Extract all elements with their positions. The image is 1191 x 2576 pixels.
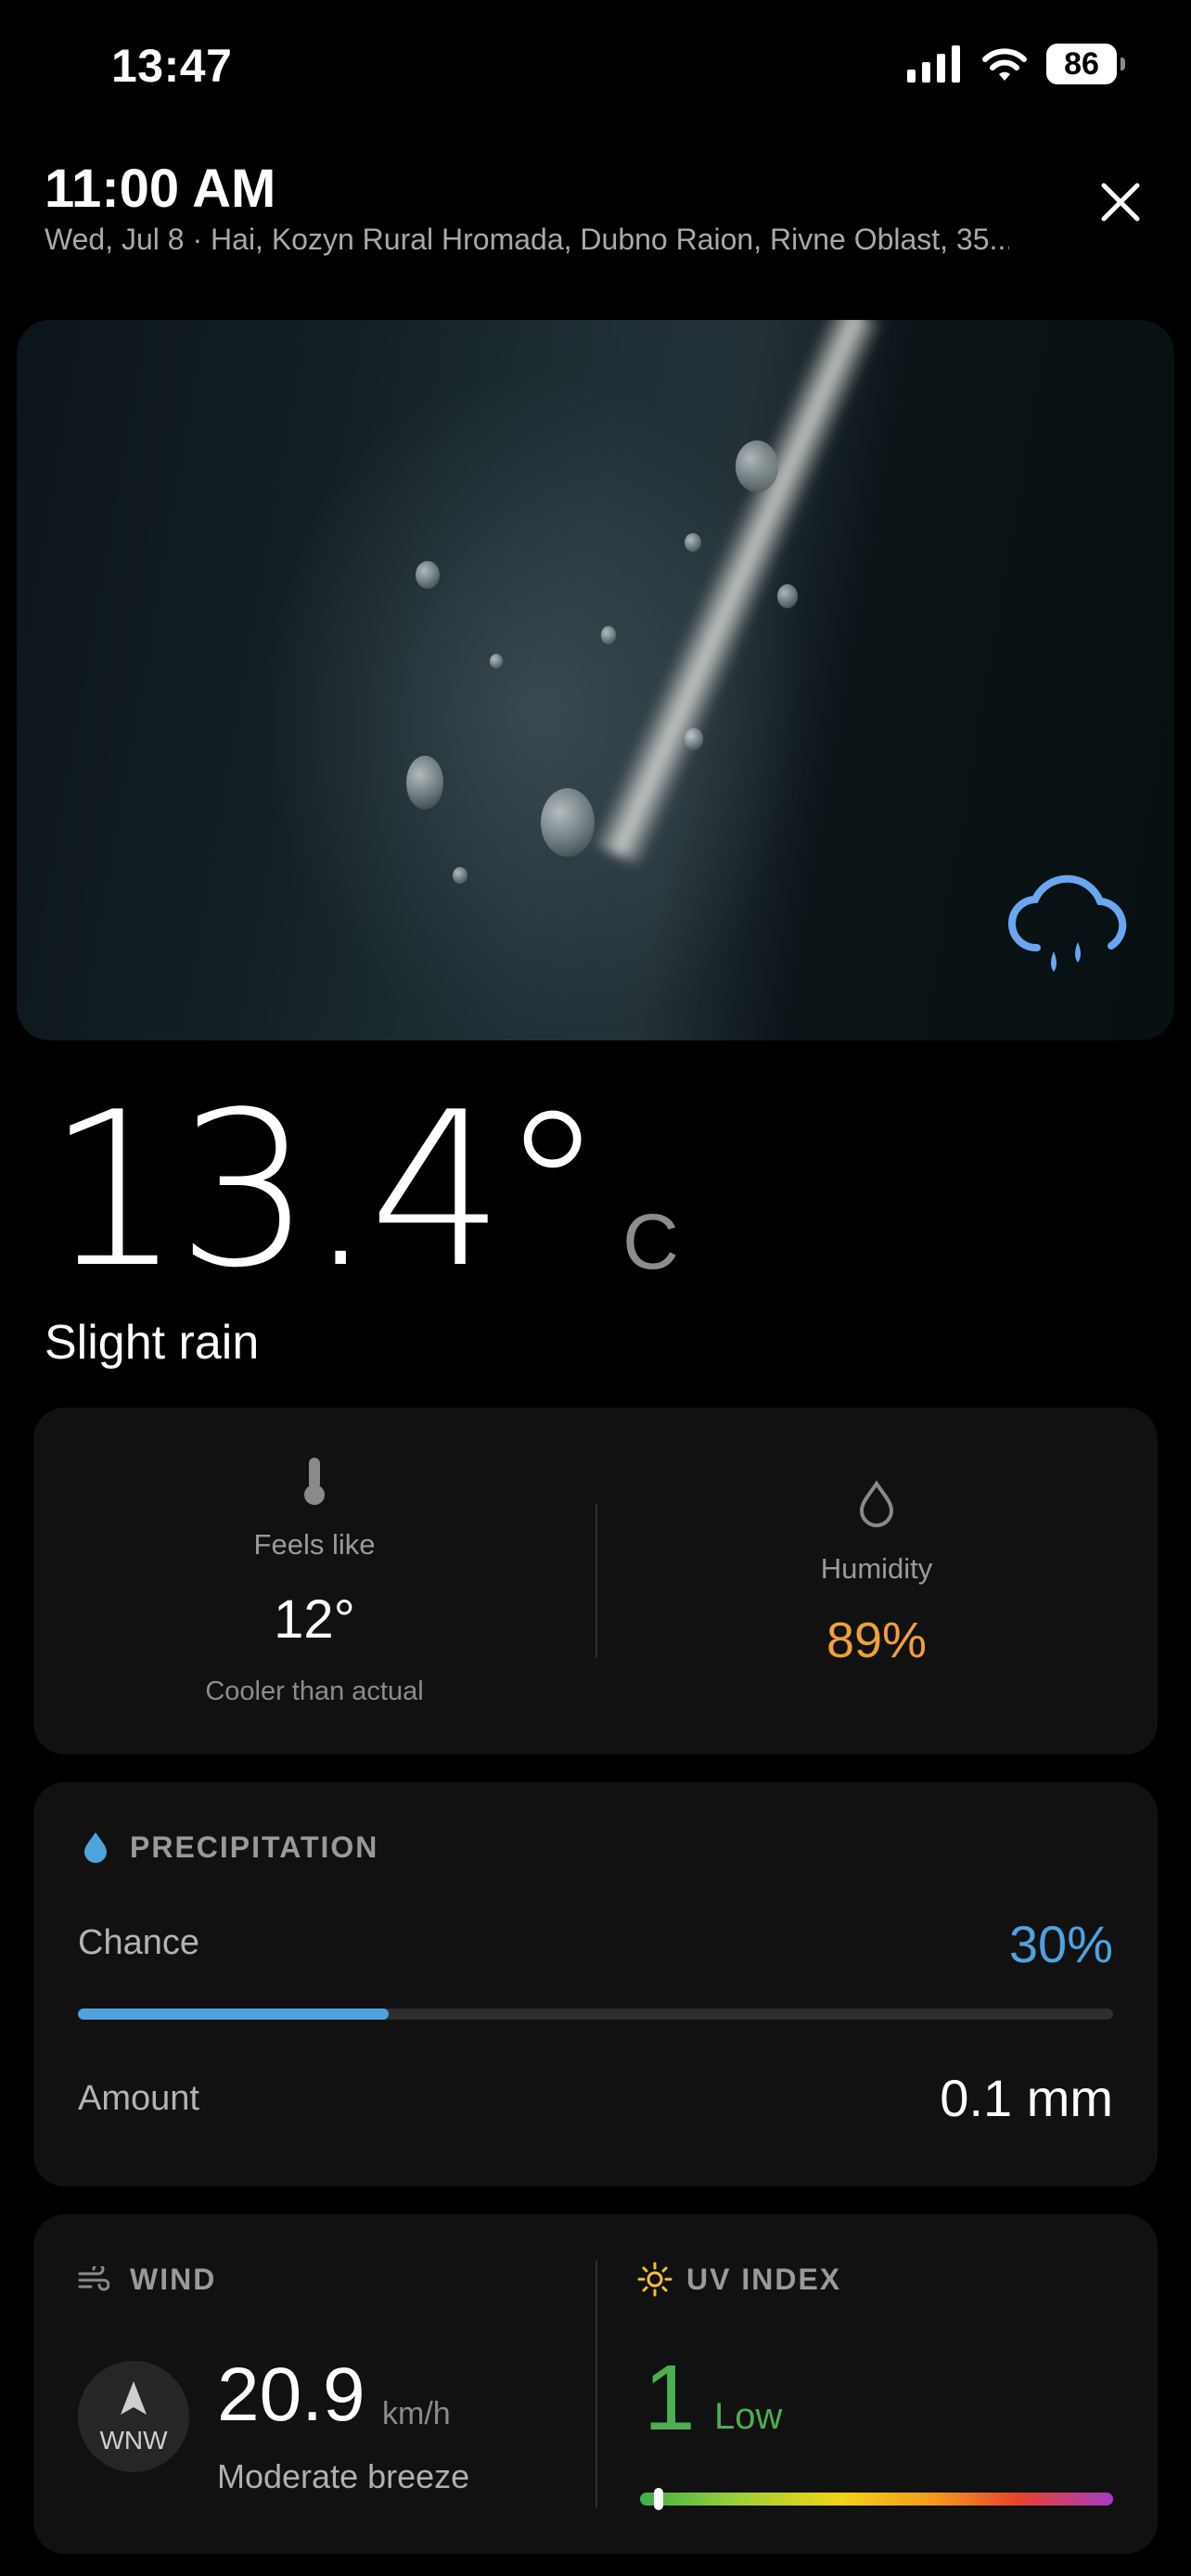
uv-index-level: Low	[714, 2396, 783, 2437]
uv-index-title: UV INDEX	[686, 2263, 842, 2296]
amount-value: 0.1 mm	[940, 2069, 1113, 2127]
humidity-section: Humidity 89%	[596, 1408, 1158, 1754]
rain-cloud-icon	[1008, 874, 1127, 972]
wind-speed-unit: km/h	[382, 2396, 451, 2431]
chance-label: Chance	[78, 1923, 199, 1962]
wind-description: Moderate breeze	[217, 2457, 470, 2495]
battery-indicator: 86	[1046, 44, 1125, 84]
navigation-arrow-icon	[121, 2381, 147, 2415]
uv-index-marker	[654, 2488, 664, 2510]
rain-drop	[685, 728, 703, 750]
rain-drop	[777, 584, 798, 608]
rain-drop	[736, 440, 778, 492]
rain-drop	[406, 756, 443, 810]
close-button[interactable]	[1095, 176, 1146, 228]
signal-icon	[907, 45, 960, 83]
thermometer-icon	[304, 1458, 325, 1505]
feels-like-note: Cooler than actual	[205, 1677, 424, 1706]
feels-like-humidity-card: Feels like 12° Cooler than actual Humidi…	[33, 1408, 1158, 1754]
temperature-value: 13.4°	[46, 1067, 606, 1315]
amount-label: Amount	[78, 2079, 199, 2118]
weather-hero-image	[17, 320, 1174, 1040]
rain-drop	[453, 867, 467, 884]
precipitation-title: PRECIPITATION	[130, 1830, 379, 1864]
temperature-unit: C	[622, 1198, 679, 1285]
status-time: 13:47	[111, 40, 233, 92]
rain-drop	[416, 561, 440, 589]
uv-index-section: UV INDEX 1 Low	[596, 2214, 1158, 2554]
sun-icon	[637, 2262, 672, 2297]
wind-direction-compass: WNW	[78, 2361, 189, 2472]
forecast-time: 11:00 AM	[45, 159, 276, 219]
humidity-value: 89%	[826, 1613, 928, 1668]
rain-drop	[685, 533, 701, 552]
rain-drop	[601, 626, 616, 644]
chance-progress-fill	[78, 2009, 389, 2020]
precipitation-drop-icon	[84, 1832, 107, 1863]
hero-highlight	[591, 320, 884, 867]
rain-drop	[490, 654, 503, 669]
current-temperature: 13.4° C	[46, 1085, 679, 1298]
precipitation-card: PRECIPITATION Chance 30% Amount 0.1 mm	[33, 1782, 1158, 2187]
humidity-label: Humidity	[820, 1552, 933, 1585]
feels-like-section: Feels like 12° Cooler than actual	[33, 1408, 596, 1754]
uv-index-scale	[640, 2488, 1113, 2510]
feels-like-value: 12°	[274, 1589, 355, 1650]
water-drop-icon	[859, 1480, 894, 1527]
chance-value: 30%	[1008, 1915, 1113, 1973]
hourly-detail-screen: 13:47 86 11:00 AM Wed, Jul 8 · Hai, Kozy…	[0, 0, 1191, 2576]
forecast-date-location: Wed, Jul 8 · Hai, Kozyn Rural Hromada, D…	[45, 223, 1009, 256]
weather-condition: Slight rain	[45, 1316, 260, 1370]
wind-speed-value: 20.9	[217, 2353, 365, 2437]
rain-drop	[541, 788, 595, 857]
wifi-icon	[982, 48, 1027, 81]
uv-index-value: 1	[644, 2346, 696, 2450]
wind-uv-card: WIND WNW 20.9 km/h Moderate breeze UV IN…	[33, 2214, 1158, 2554]
status-icons: 86	[907, 43, 1125, 85]
wind-title: WIND	[130, 2263, 217, 2296]
feels-like-label: Feels like	[253, 1528, 376, 1561]
wind-direction-label: WNW	[99, 2426, 168, 2455]
wind-icon	[78, 2266, 109, 2291]
wind-section: WIND WNW 20.9 km/h Moderate breeze	[33, 2214, 596, 2554]
chance-progress-bar	[78, 2009, 1113, 2020]
